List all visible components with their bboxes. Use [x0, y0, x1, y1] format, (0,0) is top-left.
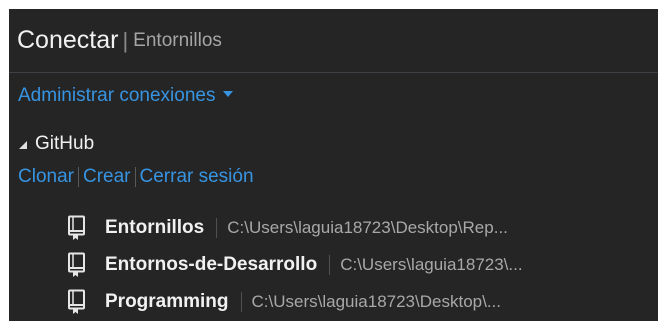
create-link[interactable]: Crear	[83, 166, 131, 188]
github-actions: Clonar Crear Cerrar sesión	[18, 166, 254, 188]
expander-triangle-icon[interactable]	[19, 141, 27, 149]
repository-name: Entornos-de-Desarrollo	[105, 253, 318, 275]
repository-separator	[240, 291, 242, 312]
repository-icon	[68, 252, 85, 277]
github-section-header[interactable]: GitHub	[19, 133, 94, 155]
team-explorer-panel: Conectar | Entornillos Administrar conex…	[9, 9, 658, 321]
repository-icon	[68, 289, 85, 314]
repository-path: C:\Users\laguia18723\Desktop\Rep...	[227, 217, 508, 237]
repository-name: Programming	[105, 290, 229, 312]
repository-list: Entornillos C:\Users\laguia18723\Desktop…	[67, 209, 658, 320]
manage-connections-link[interactable]: Administrar conexiones	[18, 85, 234, 107]
sign-out-link[interactable]: Cerrar sesión	[140, 166, 254, 188]
action-separator	[134, 167, 136, 187]
panel-header: Conectar | Entornillos	[9, 9, 658, 73]
repository-separator	[329, 254, 331, 275]
repository-item[interactable]: Entornillos C:\Users\laguia18723\Desktop…	[67, 209, 658, 246]
repository-icon	[68, 215, 85, 240]
clone-link[interactable]: Clonar	[18, 166, 74, 188]
page-title: Conectar	[17, 26, 119, 54]
title-separator: |	[122, 27, 129, 53]
repository-item[interactable]: Entornos-de-Desarrollo C:\Users\laguia18…	[67, 246, 658, 283]
repository-item[interactable]: Programming C:\Users\laguia18723\Desktop…	[67, 283, 658, 320]
repository-path: C:\Users\laguia18723\Desktop\...	[251, 291, 501, 311]
chevron-down-icon	[223, 90, 234, 97]
manage-connections-label: Administrar conexiones	[18, 85, 216, 106]
repository-name: Entornillos	[105, 216, 205, 238]
repository-path: C:\Users\laguia18723\...	[340, 254, 523, 274]
page-subtitle[interactable]: Entornillos	[133, 30, 222, 52]
repository-separator	[216, 217, 218, 238]
action-separator	[77, 167, 79, 187]
github-section-title: GitHub	[35, 133, 95, 154]
